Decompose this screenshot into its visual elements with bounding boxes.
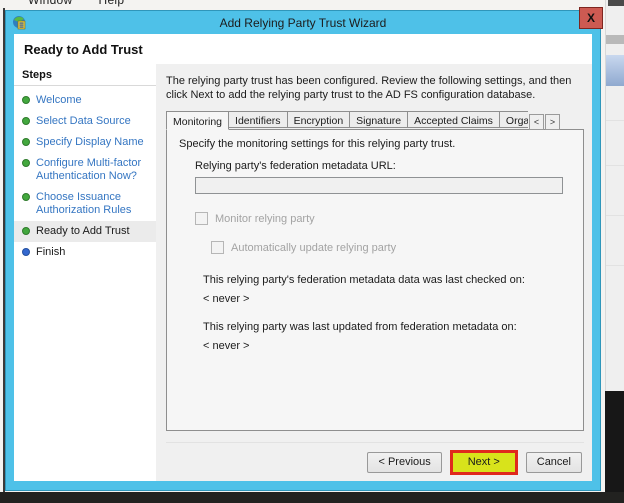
last-checked-label: This relying party's federation metadata… [203, 274, 571, 286]
background-scrollbar-track [606, 35, 624, 44]
last-updated-value: < never > [203, 340, 571, 352]
steps-sidebar: Steps Welcome Select Data Source Specify… [14, 64, 156, 481]
step-select-data-source[interactable]: Select Data Source [14, 111, 156, 132]
background-list-divider [606, 215, 624, 216]
settings-tabs: Monitoring Identifiers Encryption Signat… [166, 111, 584, 130]
background-taskbar-area [0, 492, 624, 503]
step-status-icon [22, 248, 30, 256]
last-updated-label: This relying party was last updated from… [203, 321, 571, 333]
dialog-titlebar[interactable]: Add Relying Party Trust Wizard X [6, 11, 600, 34]
background-list-divider [606, 265, 624, 266]
background-window-corner [608, 0, 624, 6]
step-status-icon [22, 159, 30, 167]
main-content: The relying party trust has been configu… [156, 64, 592, 481]
step-status-icon [22, 96, 30, 104]
background-scrollbar-thumb[interactable] [606, 55, 624, 86]
step-finish[interactable]: Finish [14, 242, 156, 263]
background-list-divider [606, 120, 624, 121]
page-title: Ready to Add Trust [14, 34, 592, 64]
auto-update-checkbox-row: Automatically update relying party [211, 241, 571, 254]
step-choose-issuance-rules[interactable]: Choose Issuance Authorization Rules [14, 187, 156, 221]
background-list-divider [606, 165, 624, 166]
tab-accepted-claims[interactable]: Accepted Claims [408, 111, 500, 128]
next-button[interactable]: Next > [450, 450, 518, 475]
add-relying-party-trust-wizard-dialog: Add Relying Party Trust Wizard X Ready t… [5, 10, 601, 491]
step-status-icon [22, 193, 30, 201]
tab-monitoring[interactable]: Monitoring [166, 111, 229, 130]
monitor-relying-party-checkbox-row: Monitor relying party [195, 212, 571, 225]
background-right-panel [605, 0, 624, 503]
steps-title: Steps [14, 66, 156, 86]
monitoring-description: Specify the monitoring settings for this… [179, 138, 571, 150]
federation-metadata-url-input[interactable] [195, 177, 563, 194]
step-status-icon [22, 227, 30, 235]
tab-encryption[interactable]: Encryption [288, 111, 351, 128]
last-checked-value: < never > [203, 293, 571, 305]
previous-button[interactable]: < Previous [367, 452, 441, 473]
close-button[interactable]: X [579, 7, 603, 29]
monitor-relying-party-label: Monitor relying party [215, 213, 315, 225]
auto-update-checkbox[interactable] [211, 241, 224, 254]
step-status-icon [22, 138, 30, 146]
intro-text: The relying party trust has been configu… [166, 74, 584, 102]
tab-scroll-right-button[interactable]: > [545, 114, 560, 130]
wizard-button-bar: < Previous Next > Cancel [166, 442, 584, 481]
step-configure-multi-factor[interactable]: Configure Multi-factor Authentication No… [14, 153, 156, 187]
step-ready-to-add-trust[interactable]: Ready to Add Trust [14, 221, 156, 242]
menu-item-help[interactable]: Help [98, 0, 124, 7]
tab-organization[interactable]: Organization [500, 111, 528, 128]
background-menubar: Window Help [28, 0, 124, 7]
step-welcome[interactable]: Welcome [14, 90, 156, 111]
tab-scroll-left-button[interactable]: < [529, 114, 544, 130]
tab-identifiers[interactable]: Identifiers [229, 111, 288, 128]
menu-item-window[interactable]: Window [28, 0, 72, 7]
monitoring-tab-panel: Specify the monitoring settings for this… [166, 129, 584, 431]
background-dark-area [605, 391, 624, 503]
cancel-button[interactable]: Cancel [526, 452, 582, 473]
step-specify-display-name[interactable]: Specify Display Name [14, 132, 156, 153]
federation-metadata-url-label: Relying party's federation metadata URL: [195, 160, 571, 172]
tab-signature[interactable]: Signature [350, 111, 408, 128]
dialog-title: Add Relying Party Trust Wizard [6, 16, 600, 30]
step-status-icon [22, 117, 30, 125]
monitor-relying-party-checkbox[interactable] [195, 212, 208, 225]
auto-update-label: Automatically update relying party [231, 242, 396, 254]
